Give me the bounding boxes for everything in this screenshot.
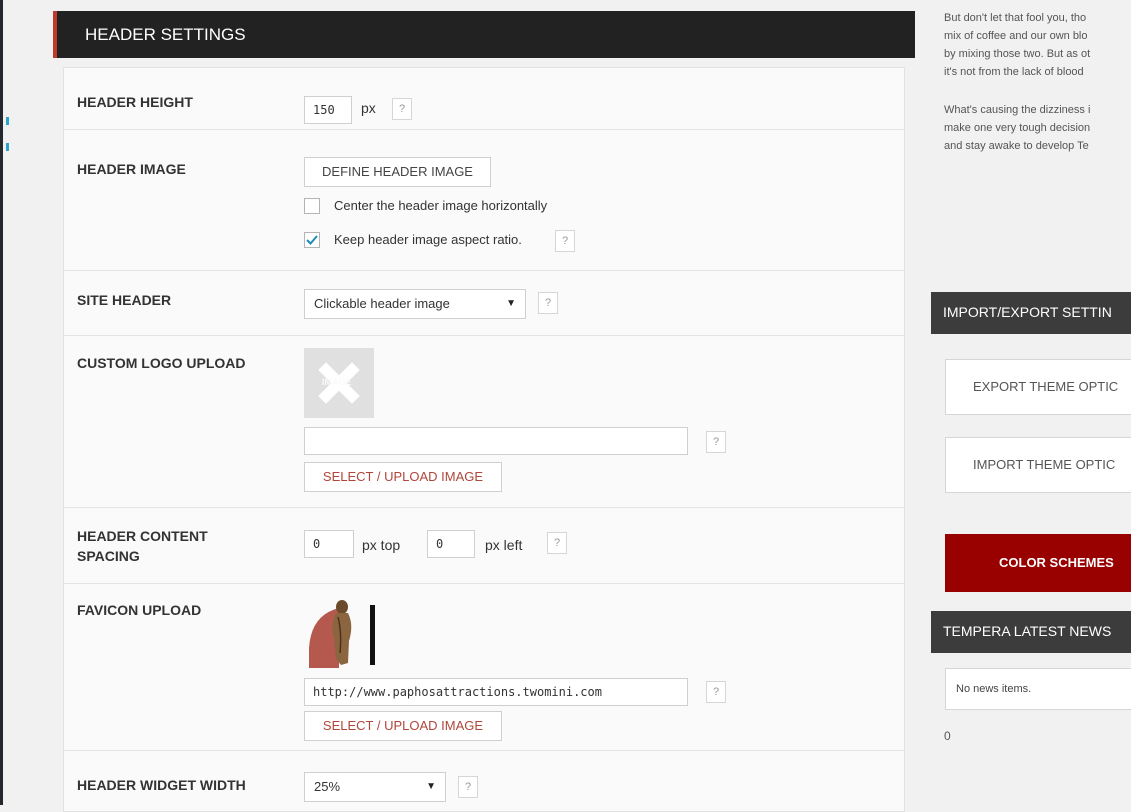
spacing-left-input[interactable]: 0 [427, 530, 475, 558]
aspect-ratio-label: Keep header image aspect ratio. [334, 232, 522, 247]
news-count: 0 [944, 729, 951, 743]
header-height-input[interactable]: 150 [304, 96, 352, 124]
dropdown-arrow-icon: ▼ [506, 298, 516, 309]
section-title: HEADER SETTINGS [85, 25, 246, 44]
latest-news-header[interactable]: TEMPERA LATEST NEWS [931, 611, 1131, 653]
dropdown-arrow-icon: ▼ [426, 781, 436, 792]
px-unit: px [361, 100, 376, 116]
header-height-label: HEADER HEIGHT [77, 94, 193, 110]
px-top-unit: px top [362, 537, 401, 553]
about-text-line: by mixing those two. But as ot [944, 48, 1091, 60]
logo-url-input[interactable] [304, 427, 688, 455]
site-header-select[interactable]: Clickable header image ▼ [304, 289, 526, 319]
help-button[interactable]: ? [392, 98, 412, 120]
about-text-line: mix of coffee and our own blo [944, 30, 1088, 42]
about-text-line: But don't let that fool you, tho [944, 12, 1087, 24]
header-image-label: HEADER IMAGE [77, 161, 186, 177]
logo-placeholder-image: IMAGE [304, 348, 374, 418]
placeholder-image-text: IMAGE [322, 377, 352, 387]
favicon-label: FAVICON UPLOAD [77, 602, 202, 618]
import-export-header[interactable]: IMPORT/EXPORT SETTIN [931, 292, 1131, 334]
help-button[interactable]: ? [458, 776, 478, 798]
custom-logo-label: CUSTOM LOGO UPLOAD [77, 355, 246, 371]
sidebar-marker [6, 117, 9, 125]
select-upload-favicon-button[interactable]: SELECT / UPLOAD IMAGE [304, 711, 502, 741]
define-header-image-button[interactable]: DEFINE HEADER IMAGE [304, 157, 491, 187]
news-item: No news items. [945, 668, 1131, 710]
about-text-line: it's not from the lack of blood [944, 66, 1084, 78]
site-header-selected: Clickable header image [314, 296, 450, 311]
checkmark-icon [306, 235, 318, 245]
center-image-checkbox[interactable] [304, 198, 320, 214]
help-button[interactable]: ? [706, 431, 726, 453]
center-image-label: Center the header image horizontally [334, 198, 548, 213]
import-theme-options-button[interactable]: IMPORT THEME OPTIC [945, 437, 1131, 493]
content-spacing-label: HEADER CONTENT SPACING [77, 528, 208, 564]
about-text-line: and stay awake to develop Te [944, 140, 1089, 152]
widget-width-select[interactable]: 25% ▼ [304, 772, 446, 802]
latest-news-title: TEMPERA LATEST NEWS [943, 623, 1112, 639]
about-text-line: What's causing the dizziness i [944, 104, 1091, 116]
help-button[interactable]: ? [706, 681, 726, 703]
admin-sidebar-edge [0, 0, 3, 805]
widget-width-selected: 25% [314, 779, 341, 794]
site-header-label: SITE HEADER [77, 292, 172, 308]
statue-icon [309, 600, 375, 668]
select-upload-logo-button[interactable]: SELECT / UPLOAD IMAGE [304, 462, 502, 492]
about-text-line: make one very tough decision [944, 122, 1091, 134]
sidebar-marker [6, 143, 9, 151]
color-schemes-button[interactable]: COLOR SCHEMES [945, 534, 1131, 592]
export-theme-options-button[interactable]: EXPORT THEME OPTIC [945, 359, 1131, 415]
import-export-title: IMPORT/EXPORT SETTIN [943, 304, 1112, 320]
help-button[interactable]: ? [538, 292, 558, 314]
favicon-url-input[interactable]: http://www.paphosattractions.twomini.com [304, 678, 688, 706]
help-button[interactable]: ? [547, 532, 567, 554]
spacing-top-input[interactable]: 0 [304, 530, 354, 558]
widget-width-label: HEADER WIDGET WIDTH [77, 777, 246, 793]
section-header[interactable]: HEADER SETTINGS [53, 11, 915, 58]
px-left-unit: px left [485, 537, 523, 553]
help-button[interactable]: ? [555, 230, 575, 252]
aspect-ratio-checkbox[interactable] [304, 232, 320, 248]
favicon-preview-image [309, 593, 381, 668]
